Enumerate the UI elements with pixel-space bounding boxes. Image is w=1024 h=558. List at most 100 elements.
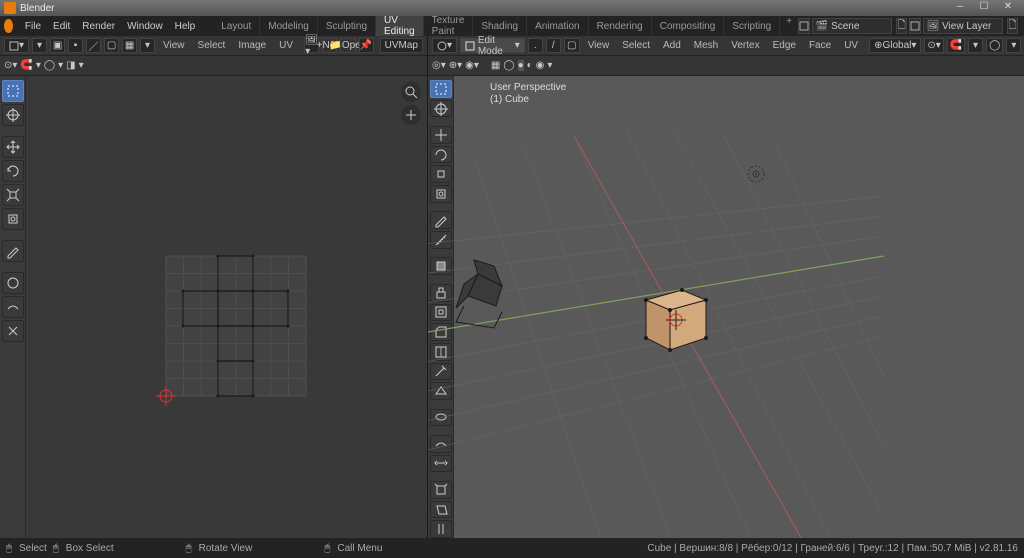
uv-propedit-toggle[interactable]: ◯ bbox=[44, 60, 55, 71]
tool-rotate[interactable] bbox=[2, 160, 24, 182]
uv-menu-view[interactable]: View bbox=[158, 40, 190, 51]
menu-help[interactable]: Help bbox=[169, 21, 202, 32]
menu-window[interactable]: Window bbox=[121, 21, 169, 32]
tab-sculpting[interactable]: Sculpting bbox=[318, 16, 376, 36]
orientation-dropdown[interactable]: ⊕ Global ▾ bbox=[869, 38, 921, 53]
view-visibility-button[interactable]: ◎▾ bbox=[432, 60, 446, 71]
tool-grab[interactable] bbox=[2, 272, 24, 294]
v3d-tool-move[interactable] bbox=[430, 126, 452, 144]
tool-transform[interactable] bbox=[2, 208, 24, 230]
viewlayer-browse-icon[interactable] bbox=[909, 18, 921, 34]
v3d-tool-cursor[interactable] bbox=[430, 100, 452, 118]
v3d-tool-measure[interactable] bbox=[430, 231, 452, 249]
uv-sel-vert[interactable]: ▪ bbox=[68, 38, 83, 53]
tab-rendering[interactable]: Rendering bbox=[589, 16, 652, 36]
scene-new-button[interactable]: 🗋 bbox=[896, 18, 907, 34]
uv-display-dropdown[interactable]: ▾ bbox=[79, 60, 84, 71]
pivot-dropdown[interactable]: ⊙▾ bbox=[924, 38, 943, 53]
v3d-tool-annotate[interactable] bbox=[430, 211, 452, 229]
tool-pinch[interactable] bbox=[2, 320, 24, 342]
v3d-editor-type-dropdown[interactable]: ▾ bbox=[432, 38, 457, 53]
minimize-button[interactable]: – bbox=[948, 1, 972, 15]
tab-scripting[interactable]: Scripting bbox=[724, 16, 780, 36]
uv-snap-toggle[interactable]: 🧲 bbox=[20, 60, 32, 71]
v3d-menu-face[interactable]: Face bbox=[804, 40, 836, 51]
sel-vert-button[interactable]: . bbox=[528, 38, 543, 53]
v3d-tool-shrink[interactable] bbox=[430, 481, 452, 499]
shading-wire[interactable]: ◯ bbox=[503, 60, 514, 71]
tab-compositing[interactable]: Compositing bbox=[652, 16, 725, 36]
xray-toggle[interactable]: ▦ bbox=[491, 60, 500, 71]
viewlayer-new-button[interactable]: 🗋 bbox=[1007, 18, 1018, 34]
v3d-tool-select-box[interactable] bbox=[430, 80, 452, 98]
shading-rendered[interactable]: ◉ bbox=[536, 60, 545, 71]
overlay-toggle[interactable]: ◉▾ bbox=[465, 60, 479, 71]
tab-texture-paint[interactable]: Texture Paint bbox=[424, 16, 474, 36]
scene-name-field[interactable]: 🎬 Scene bbox=[812, 18, 892, 34]
v3d-menu-view[interactable]: View bbox=[583, 40, 615, 51]
v3d-tool-scale[interactable] bbox=[430, 165, 452, 183]
tool-annotate[interactable] bbox=[2, 240, 24, 262]
tool-select-box[interactable] bbox=[2, 80, 24, 102]
uv-sync-button[interactable]: ▣ bbox=[50, 38, 65, 53]
v3d-tool-knife[interactable] bbox=[430, 363, 452, 381]
uv-live-unwrap[interactable]: ◨ bbox=[66, 60, 75, 71]
close-button[interactable]: ✕ bbox=[996, 1, 1020, 15]
viewlayer-name-field[interactable]: 🖼 View Layer bbox=[923, 18, 1003, 34]
v3d-tool-polybuild[interactable] bbox=[430, 382, 452, 400]
scene-browse-icon[interactable] bbox=[798, 18, 810, 34]
v3d-tool-edgeslide[interactable] bbox=[430, 455, 452, 473]
uv-zoom-button[interactable] bbox=[401, 82, 421, 102]
shading-solid[interactable]: ● bbox=[518, 60, 524, 71]
tool-scale[interactable] bbox=[2, 184, 24, 206]
v3d-menu-mesh[interactable]: Mesh bbox=[689, 40, 723, 51]
v3d-tool-inset[interactable] bbox=[430, 304, 452, 322]
v3d-tool-rotate[interactable] bbox=[430, 146, 452, 164]
mode-dropdown[interactable]: Edit Mode ▾ bbox=[460, 38, 525, 53]
uv-sel-island[interactable]: ▦ bbox=[122, 38, 137, 53]
uv-pivot-dropdown[interactable]: ⊙▾ bbox=[4, 60, 17, 71]
uv-canvas[interactable] bbox=[26, 76, 427, 538]
image-open-button[interactable]: 📁 Open bbox=[340, 38, 356, 53]
menu-render[interactable]: Render bbox=[76, 21, 121, 32]
v3d-menu-add[interactable]: Add bbox=[658, 40, 686, 51]
tab-shading[interactable]: Shading bbox=[473, 16, 527, 36]
blender-icon[interactable] bbox=[4, 19, 13, 33]
uvmap-dropdown[interactable]: UVMap bbox=[380, 38, 423, 53]
v3d-tool-transform[interactable] bbox=[430, 185, 452, 203]
v3d-tool-shear[interactable] bbox=[430, 501, 452, 519]
v3d-tool-extrude[interactable] bbox=[430, 284, 452, 302]
menu-file[interactable]: File bbox=[19, 21, 47, 32]
propedit-toggle[interactable]: ◯ bbox=[986, 38, 1003, 53]
v3d-menu-select[interactable]: Select bbox=[617, 40, 655, 51]
uv-propedit-dropdown[interactable]: ▾ bbox=[58, 60, 63, 71]
uv-menu-uv[interactable]: UV bbox=[274, 40, 298, 51]
sel-edge-button[interactable]: / bbox=[546, 38, 561, 53]
uv-snap-dropdown[interactable]: ▾ bbox=[36, 60, 41, 71]
image-pin-button[interactable]: 📌 bbox=[359, 38, 374, 53]
gizmo-toggle[interactable]: ⊕▾ bbox=[449, 60, 462, 71]
menu-edit[interactable]: Edit bbox=[47, 21, 76, 32]
v3d-tool-smooth[interactable] bbox=[430, 435, 452, 453]
v3d-tool-rip[interactable] bbox=[430, 520, 452, 538]
tool-cursor[interactable] bbox=[2, 104, 24, 126]
uv-sel-edge[interactable]: ／ bbox=[86, 38, 101, 53]
shading-dropdown[interactable]: ▾ bbox=[547, 60, 552, 71]
v3d-menu-vertex[interactable]: Vertex bbox=[726, 40, 764, 51]
tab-modeling[interactable]: Modeling bbox=[260, 16, 318, 36]
tool-move[interactable] bbox=[2, 136, 24, 158]
tool-relax[interactable] bbox=[2, 296, 24, 318]
v3d-menu-edge[interactable]: Edge bbox=[768, 40, 801, 51]
snap-mode-dropdown[interactable]: ▾ bbox=[968, 38, 983, 53]
sel-face-button[interactable]: ▢ bbox=[564, 38, 580, 53]
tab-animation[interactable]: Animation bbox=[527, 16, 588, 36]
maximize-button[interactable]: ☐ bbox=[972, 1, 996, 15]
uv-mode-button[interactable]: ▾ bbox=[32, 38, 47, 53]
v3d-tool-bevel[interactable] bbox=[430, 323, 452, 341]
v3d-menu-uv[interactable]: UV bbox=[839, 40, 863, 51]
snap-toggle[interactable]: 🧲 bbox=[947, 38, 965, 53]
tab-layout[interactable]: Layout bbox=[213, 16, 260, 36]
editor-type-dropdown[interactable]: ▾ bbox=[4, 38, 29, 53]
add-workspace-button[interactable]: + bbox=[780, 16, 798, 36]
uv-sel-face[interactable]: ▢ bbox=[104, 38, 119, 53]
